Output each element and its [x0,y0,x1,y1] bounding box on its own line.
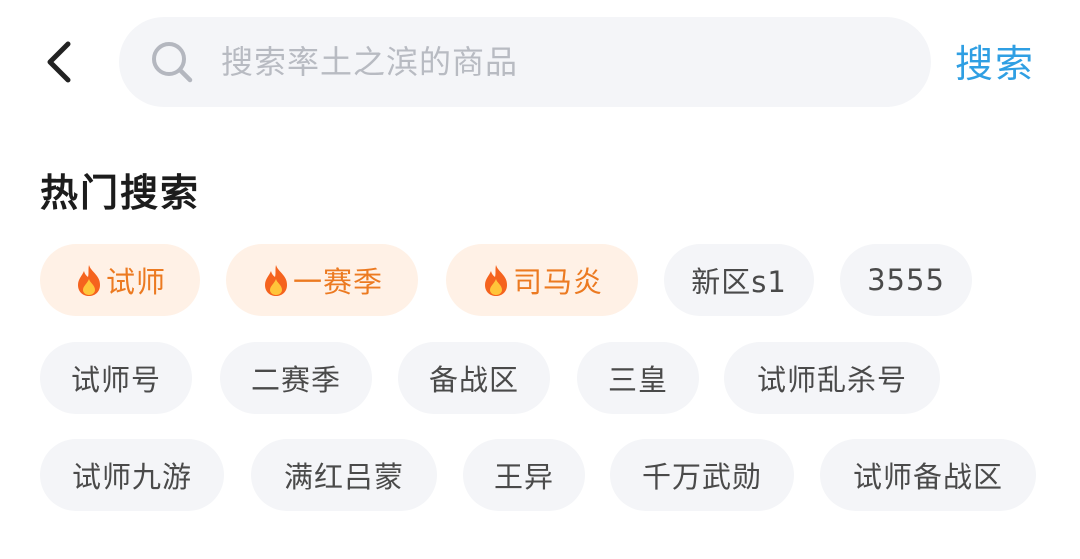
search-tag[interactable]: 3555 [840,244,972,316]
search-icon [147,37,197,87]
hot-tag[interactable]: 试师 [40,244,200,316]
tag-label: 试师 [105,265,166,299]
fire-icon [74,263,104,297]
search-tag[interactable]: 试师乱杀号 [724,342,940,414]
fire-icon [481,263,511,297]
search-tag[interactable]: 试师九游 [40,439,224,511]
search-tag[interactable]: 千万武勋 [610,439,794,511]
search-bar[interactable] [119,17,931,107]
hot-tag[interactable]: 一赛季 [226,244,418,316]
tag-label: 一赛季 [292,265,383,299]
search-tag[interactable]: 三皇 [577,342,699,414]
search-tag[interactable]: 王异 [463,439,585,511]
search-tag[interactable]: 试师号 [40,342,192,414]
tag-label: 司马炎 [512,265,603,299]
hot-search-title: 热门搜索 [40,171,201,215]
search-tag[interactable]: 试师备战区 [820,439,1036,511]
back-button[interactable] [30,30,90,94]
search-tag[interactable]: 新区s1 [664,244,814,316]
search-tag[interactable]: 二赛季 [220,342,372,414]
search-tag[interactable]: 满红吕蒙 [251,439,437,511]
hot-tag[interactable]: 司马炎 [446,244,638,316]
search-page: 搜索 热门搜索 试师 一赛季 司马炎 新区s1 3555 试师号 二赛季 备战区… [0,0,1080,559]
search-input[interactable] [219,42,863,82]
chevron-left-icon [47,41,71,83]
search-tag[interactable]: 备战区 [398,342,550,414]
fire-icon [261,263,291,297]
search-button[interactable]: 搜索 [955,34,1035,94]
